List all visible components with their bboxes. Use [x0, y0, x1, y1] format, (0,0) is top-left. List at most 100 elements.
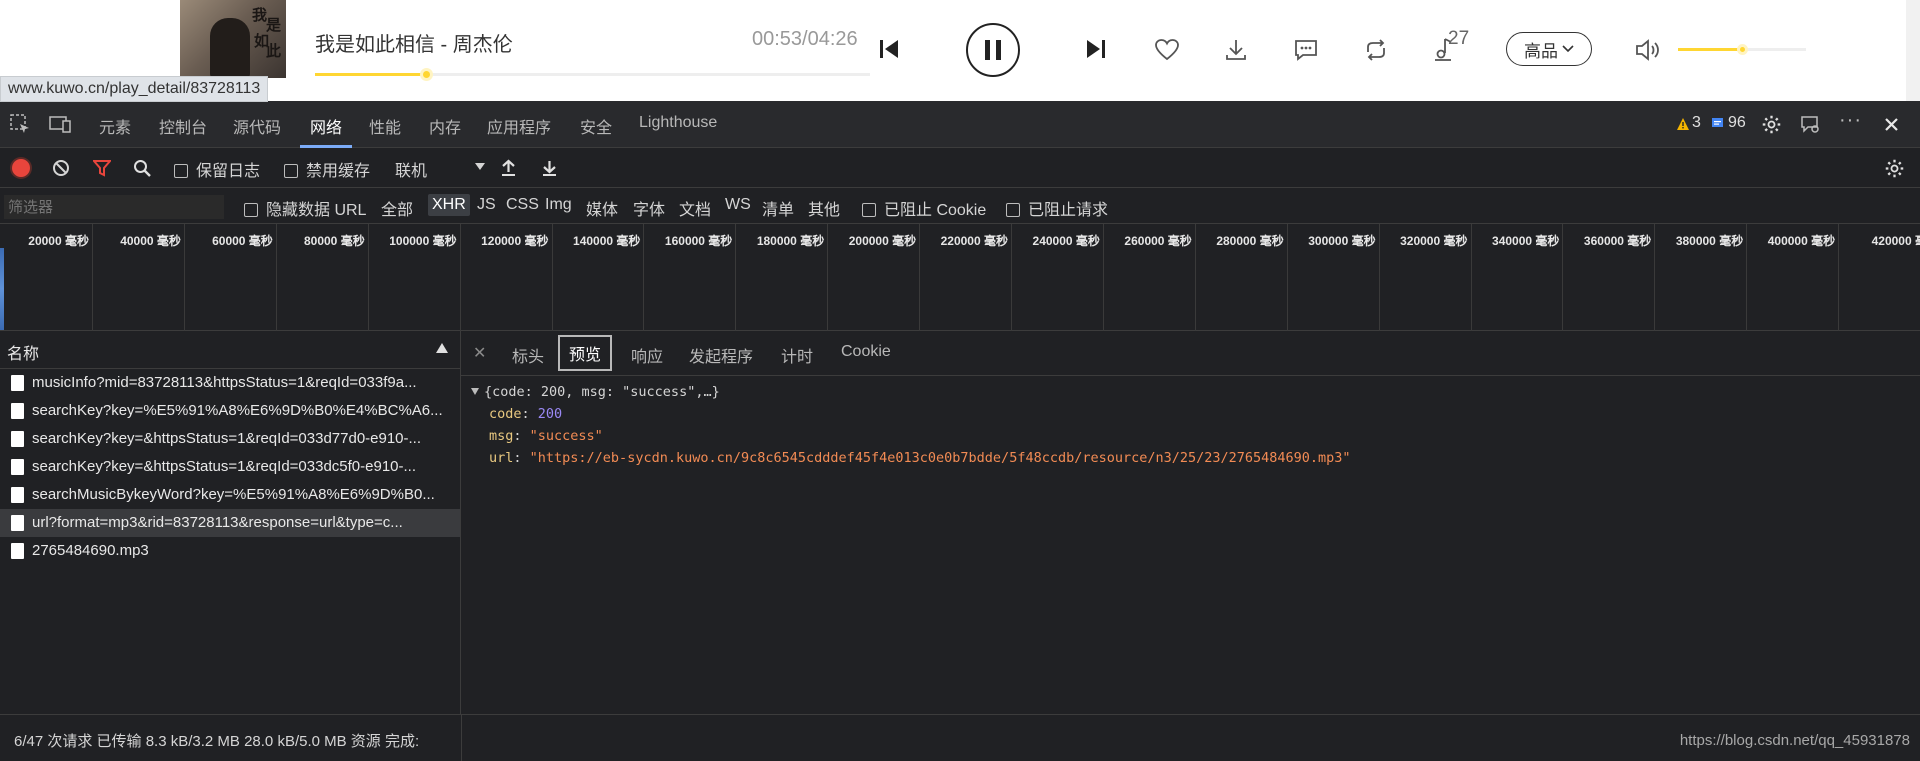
- like-button[interactable]: [1153, 36, 1181, 64]
- json-root[interactable]: {code: 200, msg: "success",…}: [471, 381, 1351, 403]
- document-icon: [11, 487, 24, 503]
- pause-icon: [985, 40, 1001, 60]
- detail-tab-bar: ✕ 标头 预览 响应 发起程序 计时 Cookie: [461, 331, 1920, 376]
- messages-count[interactable]: 96: [1728, 114, 1746, 132]
- filter-icon[interactable]: [93, 159, 111, 177]
- record-button[interactable]: [12, 159, 30, 177]
- chevron-down-icon: [1562, 45, 1574, 53]
- volume-slider[interactable]: [1678, 44, 1806, 55]
- timeline-tick-label: 200000 毫秒: [848, 234, 917, 248]
- checkbox-box[interactable]: [1006, 203, 1020, 217]
- json-url-value[interactable]: "https://eb-sycdn.kuwo.cn/9c8c6545cdddef…: [530, 450, 1351, 466]
- message-icon[interactable]: [1711, 117, 1724, 130]
- pause-button[interactable]: [966, 23, 1020, 77]
- quality-selector[interactable]: 高品: [1506, 32, 1592, 66]
- inspect-element-icon[interactable]: [9, 113, 31, 135]
- type-filter-xhr[interactable]: XHR: [428, 194, 470, 216]
- request-row[interactable]: searchKey?key=&httpsStatus=1&reqId=033d7…: [0, 425, 460, 453]
- tab-response[interactable]: 响应: [631, 343, 663, 367]
- request-row[interactable]: url?format=mp3&rid=83728113&response=url…: [0, 509, 460, 537]
- type-filter-ws[interactable]: WS: [725, 196, 751, 214]
- json-key: msg: [489, 428, 514, 444]
- type-filter-media[interactable]: 媒体: [586, 196, 618, 220]
- checkbox-box[interactable]: [862, 203, 876, 217]
- name-column-header[interactable]: 名称: [0, 331, 460, 369]
- timeline-gridline: [1746, 224, 1748, 331]
- tab-network[interactable]: 网络: [310, 114, 342, 138]
- request-name: 2765484690.mp3: [32, 542, 149, 559]
- song-title[interactable]: 我是如此相信 - 周杰伦: [315, 28, 513, 57]
- tab-console[interactable]: 控制台: [159, 114, 207, 138]
- preserve-log-label: 保留日志: [196, 163, 261, 180]
- tab-application[interactable]: 应用程序: [487, 114, 551, 138]
- timeline-tick-label: 240000 毫秒: [1032, 234, 1100, 248]
- tab-performance[interactable]: 性能: [369, 114, 401, 138]
- previous-track-button[interactable]: [876, 36, 902, 62]
- checkbox-box[interactable]: [174, 164, 188, 178]
- loop-button[interactable]: [1362, 36, 1390, 64]
- tab-initiator[interactable]: 发起程序: [689, 343, 753, 367]
- blocked-cookies-checkbox[interactable]: 已阻止 Cookie: [862, 196, 986, 220]
- checkbox-box[interactable]: [244, 203, 258, 217]
- search-icon[interactable]: [133, 159, 152, 178]
- volume-button[interactable]: [1634, 36, 1662, 64]
- timeline-tick-label: 300000 毫秒: [1308, 234, 1376, 248]
- timeline-tick-label: 260000 毫秒: [1124, 234, 1192, 248]
- close-detail-icon[interactable]: ✕: [473, 343, 486, 363]
- feedback-icon[interactable]: [1800, 114, 1822, 136]
- request-row[interactable]: musicInfo?mid=83728113&httpsStatus=1&req…: [0, 369, 460, 397]
- type-filter-all[interactable]: 全部: [381, 196, 413, 220]
- export-har-icon[interactable]: [541, 159, 558, 177]
- warnings-count[interactable]: 3: [1692, 114, 1701, 132]
- close-icon[interactable]: [1884, 117, 1899, 132]
- type-filter-other[interactable]: 其他: [808, 196, 840, 220]
- comment-button[interactable]: [1292, 36, 1320, 64]
- tab-elements[interactable]: 元素: [99, 114, 131, 138]
- import-har-icon[interactable]: [500, 159, 517, 177]
- throttling-select[interactable]: 联机: [395, 157, 487, 181]
- tab-security[interactable]: 安全: [580, 114, 612, 138]
- tab-cookies[interactable]: Cookie: [841, 343, 891, 361]
- type-filter-img[interactable]: Img: [545, 196, 572, 214]
- type-filter-js[interactable]: JS: [477, 196, 496, 214]
- panel-divider[interactable]: [461, 715, 462, 761]
- page-scrollbar[interactable]: [1906, 0, 1920, 101]
- next-track-button[interactable]: [1083, 36, 1109, 62]
- preserve-log-checkbox[interactable]: 保留日志: [174, 157, 260, 181]
- more-options-icon[interactable]: ···: [1839, 109, 1862, 132]
- loop-icon: [1367, 39, 1385, 61]
- tab-lighthouse[interactable]: Lighthouse: [639, 114, 717, 132]
- device-toolbar-icon[interactable]: [49, 113, 71, 135]
- type-filter-doc[interactable]: 文档: [679, 196, 711, 220]
- progress-bar[interactable]: [315, 68, 870, 81]
- filter-input[interactable]: [4, 195, 224, 219]
- request-row[interactable]: searchKey?key=%E5%91%A8%E6%9D%B0%E4%BC%A…: [0, 397, 460, 425]
- blocked-requests-checkbox[interactable]: 已阻止请求: [1006, 196, 1108, 220]
- request-row[interactable]: searchMusicBykeyWord?key=%E5%91%A8%E6%9D…: [0, 481, 460, 509]
- hide-data-url-checkbox[interactable]: 隐藏数据 URL: [244, 196, 366, 220]
- tab-timing[interactable]: 计时: [781, 343, 813, 367]
- tab-sources[interactable]: 源代码: [233, 114, 281, 138]
- clear-icon[interactable]: [52, 159, 70, 177]
- gear-icon[interactable]: [1761, 114, 1782, 135]
- disable-cache-checkbox[interactable]: 禁用缓存: [284, 157, 370, 181]
- checkbox-box[interactable]: [284, 164, 298, 178]
- type-filter-font[interactable]: 字体: [633, 196, 665, 220]
- type-filter-manifest[interactable]: 清单: [762, 196, 794, 220]
- request-row[interactable]: searchKey?key=&httpsStatus=1&reqId=033dc…: [0, 453, 460, 481]
- volume-knob[interactable]: [1737, 44, 1748, 55]
- type-filter-css[interactable]: CSS: [506, 196, 539, 214]
- tab-memory[interactable]: 内存: [429, 114, 461, 138]
- tab-preview[interactable]: 预览: [558, 335, 613, 371]
- expand-triangle-icon[interactable]: [471, 388, 479, 395]
- devtools-panel: 元素 控制台 源代码 网络 性能 内存 应用程序 安全 Lighthouse 3…: [0, 101, 1920, 761]
- download-button[interactable]: [1222, 36, 1250, 64]
- album-cover[interactable]: 我 是 如 此: [180, 0, 286, 78]
- network-settings-gear-icon[interactable]: [1884, 158, 1905, 179]
- network-overview-timeline[interactable]: 20000 毫秒 40000 毫秒 60000 毫秒 80000 毫秒 100000 毫…: [0, 224, 1920, 331]
- tab-headers[interactable]: 标头: [512, 343, 544, 367]
- link-status-url: www.kuwo.cn/play_detail/83728113: [0, 76, 269, 102]
- progress-knob[interactable]: [420, 68, 433, 81]
- request-row[interactable]: 2765484690.mp3: [0, 537, 460, 565]
- warning-icon[interactable]: [1676, 117, 1690, 131]
